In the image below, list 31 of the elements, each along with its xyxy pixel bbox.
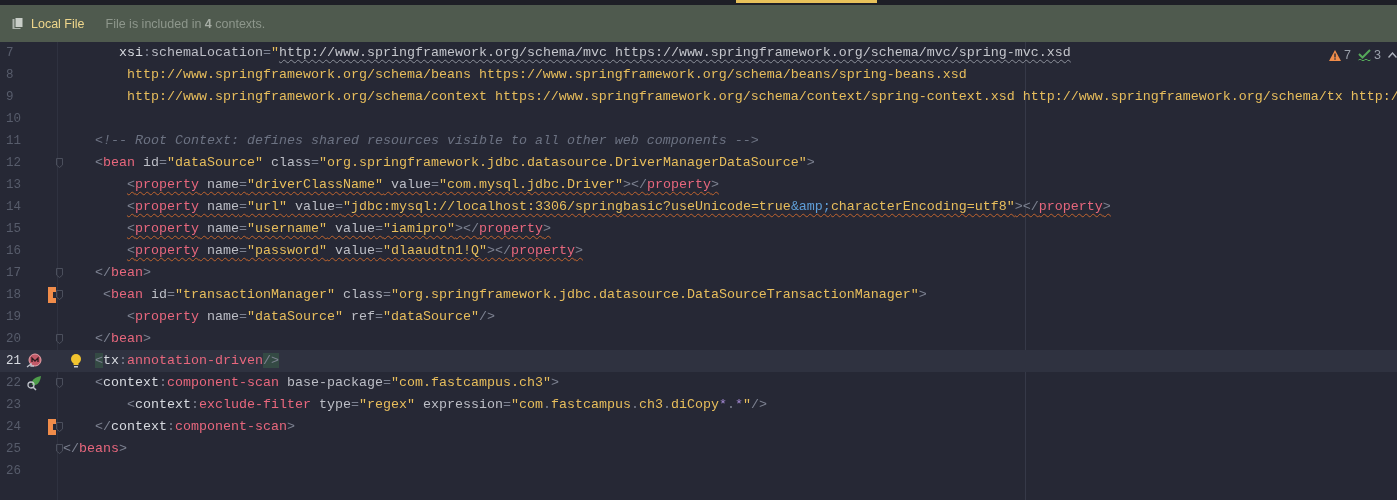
code-line: http://www.springframework.org/schema/context https://www.springframework.org/schema/context/spring-context.xsd http://www.springframework.org/schema/tx http:/ — [126, 88, 1397, 106]
check-icon[interactable] — [1358, 49, 1372, 61]
code-line: <property name="driverClassName" value="com.mysql.jdbc.Driver"></property> — [126, 176, 719, 194]
line-number: 21 — [6, 354, 22, 368]
bean-gutter-icon[interactable] — [26, 353, 42, 369]
code-line: <context:component-scan base-package="com.fastcampus.ch3"> — [95, 374, 559, 392]
code-line: </beans> — [63, 440, 127, 458]
code-line: <bean id="transactionManager" class="org.springframework.jdbc.datasource.DataSourceTransactionManager"> — [103, 286, 927, 304]
code-line: <property name="password" value="dlaaudtn1!Q"></property> — [126, 242, 583, 260]
change-marker[interactable] — [48, 287, 56, 303]
code-line: xsi:schemaLocation="http://www.springframework.org/schema/mvc https://www.springframework.org/schema/mvc/spring-mvc.xsd — [119, 44, 1071, 62]
code-line: <context:exclude-filter type="regex" expression="com.fastcampus.ch3.diCopy*.*"/> — [126, 396, 767, 414]
change-marker[interactable] — [48, 419, 56, 435]
code-line: <bean id="dataSource" class="org.springframework.jdbc.datasource.DriverManagerDataSource"> — [95, 154, 815, 172]
code-comment: <!-- Root Context: defines shared resources visible to all other web components --> — [95, 132, 759, 150]
code-line: <tx:annotation-driven/> — [95, 352, 279, 370]
bulb-icon[interactable] — [70, 353, 82, 369]
weak-warning-count: 3 — [1374, 48, 1381, 62]
leaf-gutter-icon[interactable] — [26, 375, 42, 391]
code-line: <property name="username" value="iamipro"></property> — [126, 220, 551, 238]
warning-icon[interactable] — [1329, 49, 1342, 61]
code-line: http://www.springframework.org/schema/beans https://www.springframework.org/schema/beans/spring-beans.xsd — [126, 66, 967, 84]
local-file-link[interactable]: Local File — [31, 16, 85, 31]
caret-up-icon[interactable] — [1388, 52, 1397, 58]
code-line: </context:component-scan> — [95, 418, 295, 436]
warning-count: 7 — [1344, 48, 1352, 62]
code-line: </bean> — [95, 330, 151, 348]
code-line: <property name="dataSource" ref="dataSource"/> — [126, 308, 495, 326]
code-line: </bean> — [95, 264, 151, 282]
file-copies-icon — [12, 17, 24, 30]
code-line: <property name="url" value="jdbc:mysql://localhost:3306/springbasic?useUnicode=true&amp;characterEncoding=utf8"></property> — [126, 198, 1111, 216]
